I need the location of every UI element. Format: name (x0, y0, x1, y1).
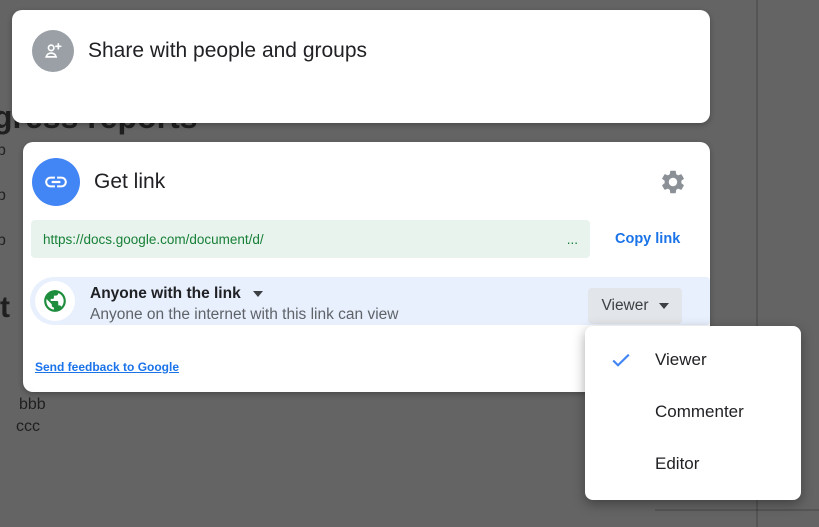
access-scope-dropdown[interactable]: Anyone with the link (90, 285, 398, 303)
link-access-row: Anyone with the link Anyone on the inter… (30, 277, 710, 325)
get-link-header: Get link (32, 158, 165, 206)
link-url-row: https://docs.google.com/document/d/ ... … (31, 220, 702, 258)
link-url-text: https://docs.google.com/document/d/ (43, 232, 264, 247)
menu-item-label: Commenter (655, 402, 744, 422)
role-dropdown-button[interactable]: Viewer (588, 288, 682, 324)
role-dropdown-label: Viewer (601, 297, 648, 315)
role-menu: Viewer Commenter Editor (585, 326, 801, 500)
access-scope-description: Anyone on the internet with this link ca… (90, 306, 398, 324)
send-feedback-link[interactable]: Send feedback to Google (35, 360, 179, 374)
document-heading-fragment: t (0, 291, 10, 325)
share-card-header: Share with people and groups (12, 10, 710, 72)
copy-link-button[interactable]: Copy link (607, 225, 688, 253)
globe-icon (35, 281, 75, 321)
link-url-ellipsis: ... (567, 232, 578, 247)
share-card-title: Share with people and groups (88, 39, 367, 63)
share-with-people-card: Share with people and groups (12, 10, 710, 123)
check-icon (610, 349, 632, 371)
person-add-icon (32, 30, 74, 72)
menu-item-label: Editor (655, 454, 699, 474)
chevron-down-icon (253, 291, 263, 297)
access-scope-label: Anyone with the link (90, 285, 241, 303)
access-text-block: Anyone with the link Anyone on the inter… (90, 285, 398, 324)
chevron-down-icon (659, 303, 669, 309)
document-list-line: ccc (16, 418, 40, 436)
share-dialog-screen: gress reports p p p t bbb ccc Share with… (0, 0, 819, 527)
gear-icon[interactable] (659, 168, 687, 196)
link-icon (32, 158, 80, 206)
document-rule-horizontal (655, 509, 819, 511)
menu-item-editor[interactable]: Editor (585, 438, 801, 490)
document-text-fragment: p (0, 142, 6, 160)
document-text-fragment: p (0, 187, 6, 205)
link-url-field[interactable]: https://docs.google.com/document/d/ ... (31, 220, 590, 258)
menu-item-label: Viewer (655, 350, 707, 370)
menu-item-commenter[interactable]: Commenter (585, 386, 801, 438)
document-list-line: bbb (19, 396, 46, 414)
document-text-fragment: p (0, 232, 6, 250)
get-link-title: Get link (94, 170, 165, 194)
menu-item-viewer[interactable]: Viewer (585, 334, 801, 386)
